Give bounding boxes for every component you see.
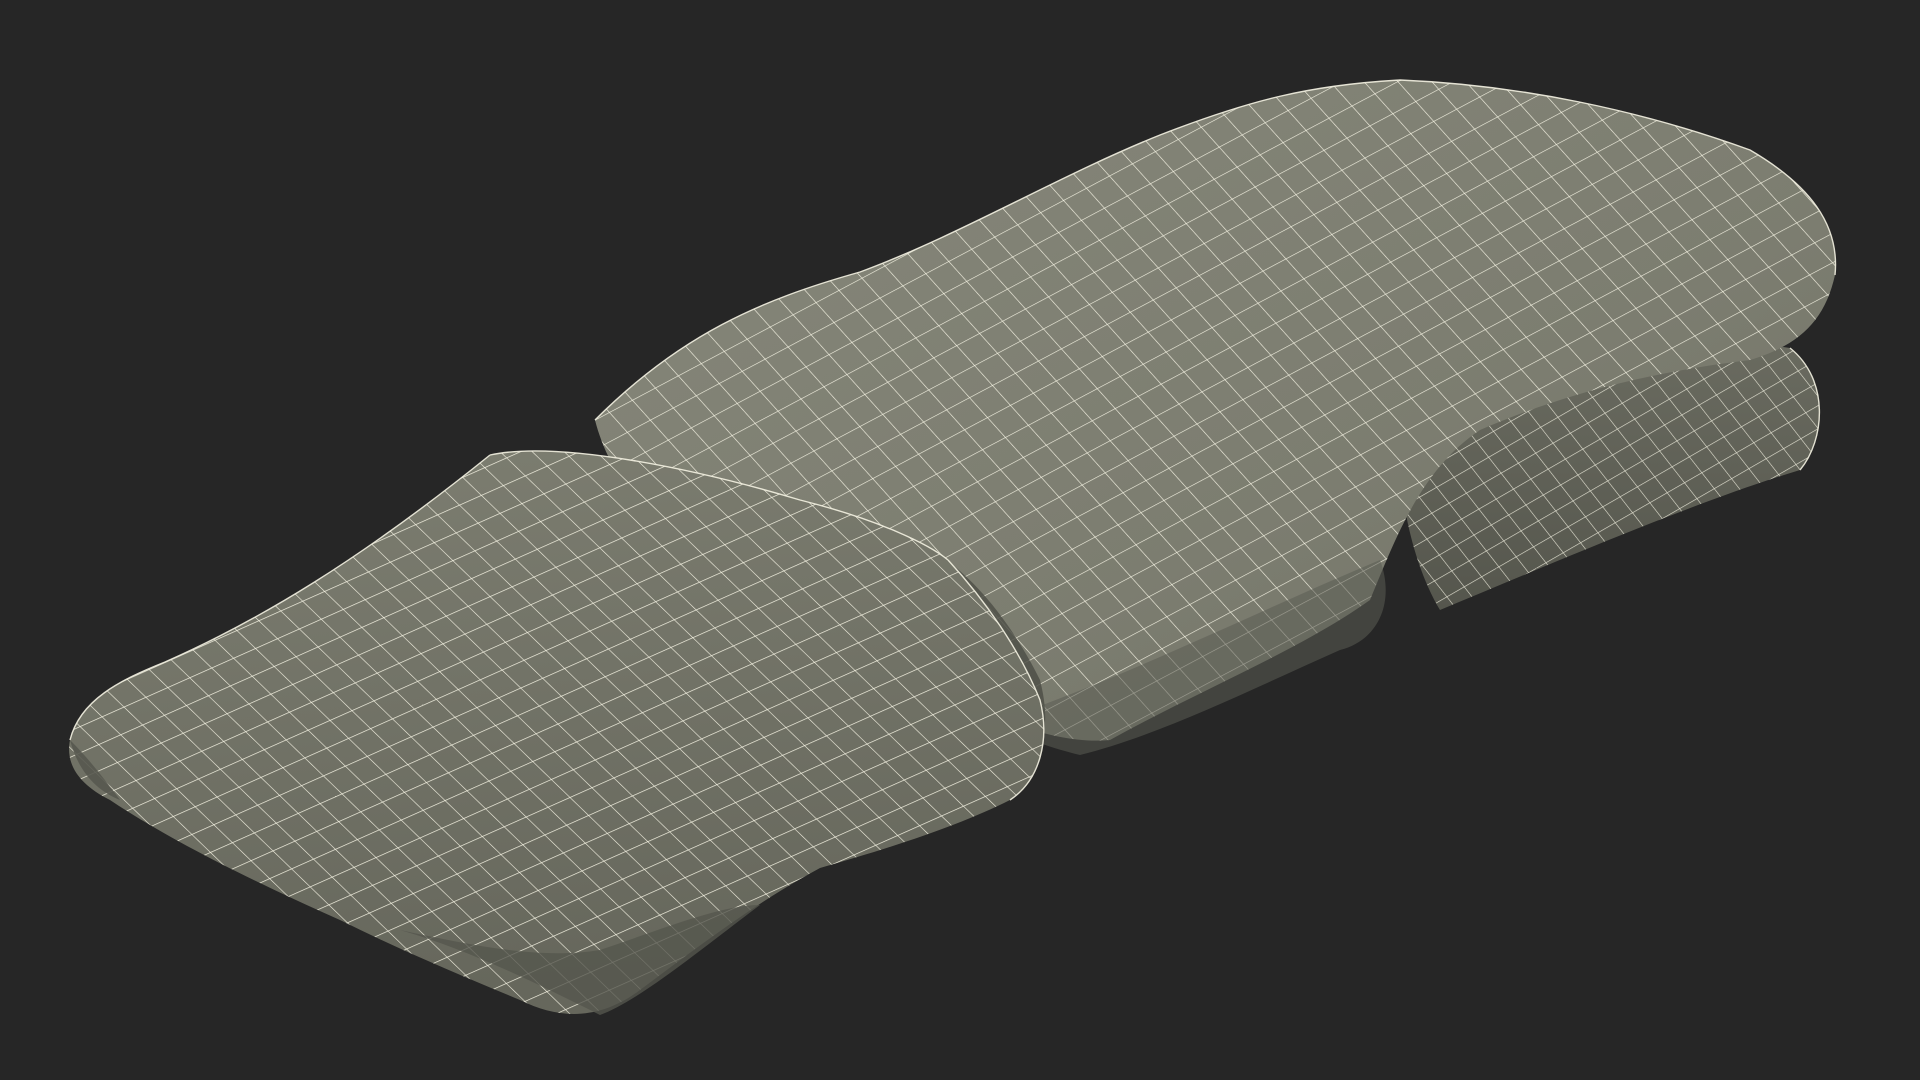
render-viewport xyxy=(69,79,1837,1015)
mesh-front-flap xyxy=(69,451,1044,1015)
